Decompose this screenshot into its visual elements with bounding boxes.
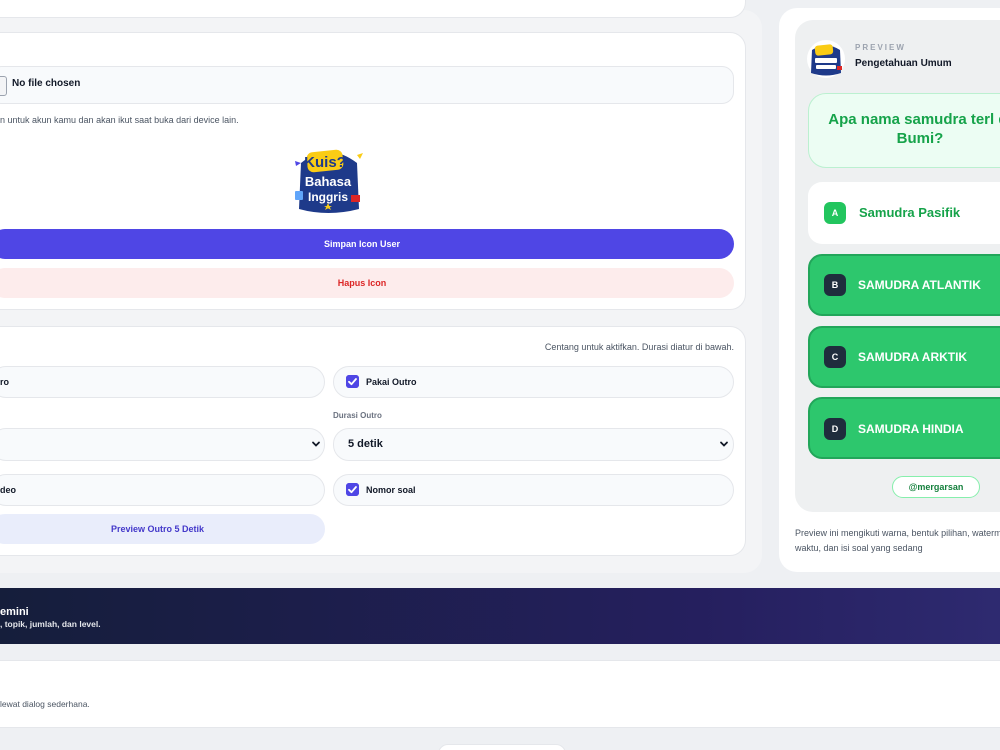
option-d-badge: D — [824, 418, 846, 440]
quiz-logo-icon: Kuis? Bahasa Inggris — [289, 140, 367, 218]
quiz-logo-icon — [807, 40, 845, 78]
save-icon-button[interactable]: Simpan Icon User — [0, 229, 734, 259]
chevron-down-icon — [720, 441, 728, 447]
gemini-subtitle: , topik, jumlah, dan level. — [0, 619, 101, 629]
intro-toggle[interactable] — [0, 366, 325, 398]
previous-card — [0, 0, 746, 18]
logo-line1: Kuis? — [304, 154, 346, 171]
logo-line2: Bahasa — [305, 174, 352, 189]
option-b-text: SAMUDRA ATLANTIK — [858, 278, 981, 292]
preview-label: PREVIEW — [855, 43, 906, 52]
outro-checkbox[interactable] — [346, 375, 359, 388]
preview-quiz-title: Pengetahuan Umum — [855, 58, 952, 69]
choose-file-button[interactable] — [0, 76, 7, 96]
option-c-text: SAMUDRA ARKTIK — [858, 350, 968, 364]
gemini-title: emini — [0, 606, 29, 618]
question-number-checkbox[interactable] — [346, 483, 359, 496]
logo-line3: Inggris — [308, 190, 348, 204]
bottom-card — [0, 660, 1000, 728]
option-d-text: SAMUDRA HINDIA — [858, 422, 964, 436]
delete-icon-button[interactable]: Hapus Icon — [0, 268, 734, 298]
chevron-down-icon — [312, 441, 320, 447]
file-input-row[interactable] — [0, 66, 734, 104]
question-number-label: Nomor soal — [366, 485, 416, 495]
watermark-badge: @mergarsan — [892, 476, 980, 498]
option-b-badge: B — [824, 274, 846, 296]
option-a-badge: A — [824, 202, 846, 224]
outro-duration-value: 5 detik — [348, 438, 383, 450]
video-toggle[interactable] — [0, 474, 325, 506]
intro-label: ro — [0, 377, 9, 387]
outro-hint: Centang untuk aktifkan. Durasi diatur di… — [544, 342, 734, 352]
duration-label: Durasi Outro — [333, 411, 382, 420]
question-text: Apa nama samudra terl di Bumi? — [828, 111, 1000, 147]
outro-checkbox-label: Pakai Outro — [366, 377, 417, 387]
file-status: No file chosen — [12, 78, 81, 89]
option-c-badge: C — [824, 346, 846, 368]
gemini-banner[interactable] — [0, 588, 1000, 644]
outro-duration-select[interactable] — [333, 428, 734, 461]
icon-helper-text: n untuk akun kamu dan akan ikut saat buk… — [0, 115, 239, 125]
bottom-card-text: lewat dialog sederhana. — [0, 699, 90, 709]
video-label: deo — [0, 485, 17, 495]
intro-duration-select[interactable] — [0, 428, 325, 461]
option-a-text: Samudra Pasifik — [859, 205, 961, 220]
preview-note: Preview ini mengikuti warna, bentuk pili… — [795, 528, 1000, 553]
preview-outro-button[interactable]: Preview Outro 5 Detik — [0, 514, 325, 544]
bottom-tab[interactable] — [438, 744, 566, 750]
